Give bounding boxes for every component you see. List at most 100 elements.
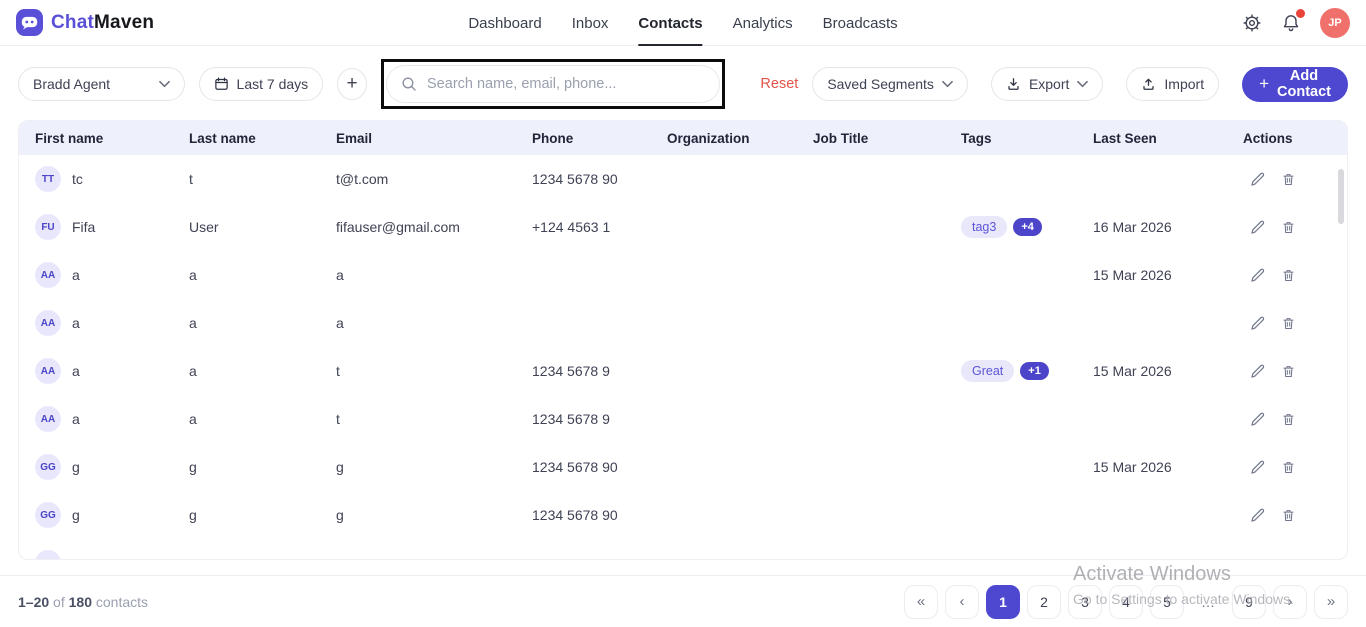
delete-trash-icon[interactable] [1281,171,1296,188]
chevron-down-icon [1077,80,1088,88]
pagination-page-9[interactable]: 9 [1232,585,1266,619]
table-footer: 1–20 of 180 contacts « ‹ 1 2 3 4 5 … 9 ›… [0,575,1366,627]
nav-item-dashboard[interactable]: Dashboard [468,0,541,46]
avatar: FU [35,214,61,240]
edit-pencil-icon[interactable] [1249,171,1266,188]
edit-pencil-icon[interactable] [1249,315,1266,332]
column-header-phone: Phone [532,131,667,146]
delete-trash-icon[interactable] [1281,411,1296,428]
search-input[interactable] [427,76,705,92]
settings-gear-icon[interactable] [1242,13,1262,33]
edit-pencil-icon[interactable] [1249,411,1266,428]
nav-item-analytics[interactable]: Analytics [733,0,793,46]
cell-tags: tag3 +4 [961,216,1093,238]
main-nav: Dashboard Inbox Contacts Analytics Broad… [468,0,897,46]
cell-first-name: g [72,459,80,475]
table-row[interactable]: AAa a t 1234 5678 9 [19,395,1347,443]
table-scrollbar[interactable] [1338,169,1344,224]
delete-trash-icon[interactable] [1281,267,1296,284]
pagination-page-3[interactable]: 3 [1068,585,1102,619]
delete-trash-icon[interactable] [1281,315,1296,332]
cell-phone: 1234 5678 9 [532,411,667,427]
top-navigation-bar: ChatMaven Dashboard Inbox Contacts Analy… [0,0,1366,46]
column-header-organization: Organization [667,131,813,146]
saved-segments-label: Saved Segments [827,76,934,92]
contacts-toolbar: Bradd Agent Last 7 days + Reset Saved Se… [0,46,1366,120]
edit-pencil-icon[interactable] [1249,459,1266,476]
download-icon [1006,76,1021,92]
upload-icon [1141,76,1156,92]
toolbar-right-actions: Saved Segments Export Import [812,67,1348,102]
pagination-first-button[interactable]: « [904,585,938,619]
pagination-next-button[interactable]: › [1273,585,1307,619]
export-label: Export [1029,76,1069,92]
pagination-last-button[interactable]: » [1314,585,1348,619]
table-row[interactable]: AAa a t 1234 5678 9 Great +1 15 Mar 2026 [19,347,1347,395]
nav-item-broadcasts[interactable]: Broadcasts [823,0,898,46]
saved-segments-dropdown[interactable]: Saved Segments [812,67,968,101]
agent-filter-dropdown[interactable]: Bradd Agent [18,67,185,101]
table-row[interactable]: GGg g g 1234 5678 90 15 Mar 2026 [19,443,1347,491]
add-filter-button[interactable]: + [337,68,367,100]
tag-chip[interactable]: Great [961,360,1014,382]
app-title: ChatMaven [51,12,154,34]
chevron-down-icon [159,80,170,88]
table-header-row: First name Last name Email Phone Organiz… [19,121,1347,155]
pagination-page-5[interactable]: 5 [1150,585,1184,619]
agent-filter-value: Bradd Agent [33,76,110,92]
add-contact-button[interactable]: + Add Contact [1242,67,1348,102]
tag-more-badge[interactable]: +1 [1020,362,1049,380]
import-button[interactable]: Import [1126,67,1219,101]
cell-first-name: a [72,315,80,331]
delete-trash-icon[interactable] [1281,459,1296,476]
avatar: AA [35,310,61,336]
cell-last-seen: 15 Mar 2026 [1093,267,1243,283]
pagination-prev-button[interactable]: ‹ [945,585,979,619]
nav-item-contacts[interactable]: Contacts [638,0,702,46]
cell-first-name: a [72,363,80,379]
reset-link[interactable]: Reset [760,76,798,92]
table-row[interactable]: AAa a a [19,299,1347,347]
user-avatar[interactable]: JP [1320,8,1350,38]
notification-dot [1296,9,1305,18]
delete-trash-icon[interactable] [1281,507,1296,524]
edit-pencil-icon[interactable] [1249,507,1266,524]
table-row[interactable]: AAa a a 15 Mar 2026 [19,251,1347,299]
tag-more-badge[interactable]: +4 [1013,218,1042,236]
cell-last-name: a [189,315,336,331]
column-header-job-title: Job Title [813,131,961,146]
cell-last-seen: 15 Mar 2026 [1093,459,1243,475]
cell-email: t [336,363,532,379]
chevron-down-icon [942,80,953,88]
delete-trash-icon[interactable] [1281,363,1296,380]
search-box [386,65,720,103]
edit-pencil-icon[interactable] [1249,267,1266,284]
cell-email: t@t.com [336,171,532,187]
edit-pencil-icon[interactable] [1249,363,1266,380]
avatar: GG [35,454,61,480]
cell-first-name: a [72,411,80,427]
cell-first-name: Fifa [72,219,95,235]
nav-item-inbox[interactable]: Inbox [572,0,609,46]
edit-pencil-icon[interactable] [1249,219,1266,236]
pagination-page-4[interactable]: 4 [1109,585,1143,619]
table-row[interactable]: GGg g g 1234 5678 90 [19,491,1347,539]
tag-chip[interactable]: tag3 [961,216,1007,238]
range-values: 1–20 [18,594,49,610]
table-row[interactable]: FUFifa User fifauser@gmail.com +124 4563… [19,203,1347,251]
cell-last-seen: 16 Mar 2026 [1093,219,1243,235]
notification-bell-icon[interactable] [1281,12,1301,33]
cell-last-name: g [189,459,336,475]
delete-trash-icon[interactable] [1281,219,1296,236]
cell-first-name: a [72,267,80,283]
export-dropdown[interactable]: Export [991,67,1103,101]
app-logo[interactable]: ChatMaven [16,9,154,36]
cell-last-name: User [189,219,336,235]
date-range-filter[interactable]: Last 7 days [199,67,324,101]
avatar: AA [35,358,61,384]
pagination-page-2[interactable]: 2 [1027,585,1061,619]
pagination-page-1[interactable]: 1 [986,585,1020,619]
results-range: 1–20 of 180 contacts [18,594,148,610]
table-row[interactable]: TTtc t t@t.com 1234 5678 90 [19,155,1347,203]
cell-first-name: tc [72,171,83,187]
